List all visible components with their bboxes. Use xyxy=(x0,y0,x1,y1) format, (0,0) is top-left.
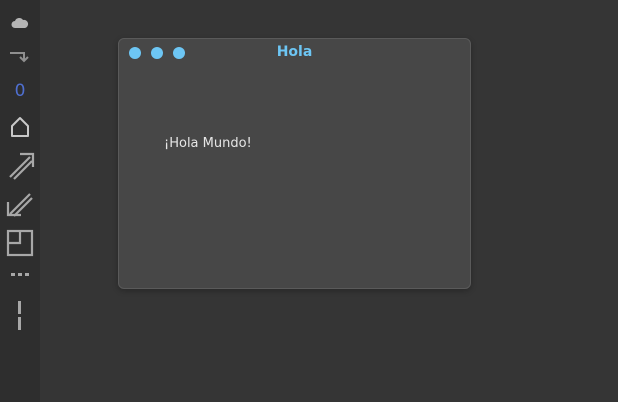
window-titlebar[interactable]: Hola xyxy=(119,39,470,67)
layout-icon[interactable] xyxy=(0,228,40,258)
badge-value: 0 xyxy=(14,81,26,101)
window-title: Hola xyxy=(276,44,313,60)
hola-window[interactable]: Hola ¡Hola Mundo! xyxy=(118,38,471,289)
redo-arrow-icon[interactable] xyxy=(0,46,40,66)
home-icon[interactable] xyxy=(0,115,40,139)
dash-line-icon[interactable] xyxy=(0,268,40,282)
hello-message: ¡Hola Mundo! xyxy=(164,136,252,151)
badge-counter: 0 xyxy=(0,79,40,103)
maximize-arrow-icon[interactable] xyxy=(0,151,40,181)
vertical-line-icon[interactable] xyxy=(0,300,40,332)
minimize-arrow-icon[interactable] xyxy=(0,188,40,218)
cloud-icon[interactable] xyxy=(0,14,40,32)
sidebar: 0 xyxy=(0,0,40,402)
